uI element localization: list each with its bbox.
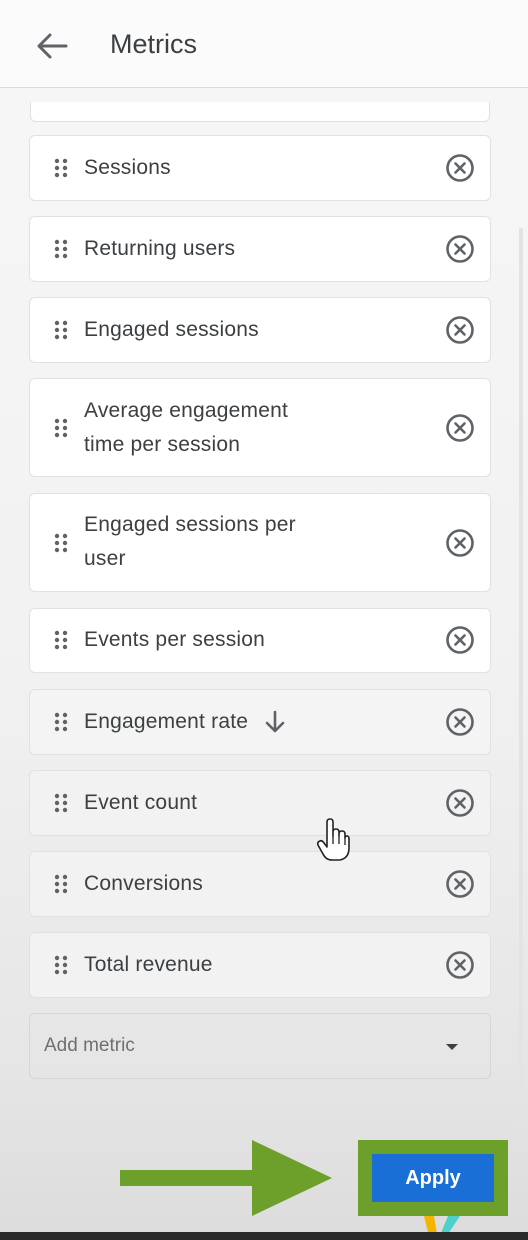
metric-label-line2: time per session <box>84 433 241 456</box>
metric-label-line1: Average engagement <box>84 399 289 422</box>
metric-label-line1: Engaged sessions per <box>84 513 296 536</box>
drag-handle-icon[interactable] <box>52 157 70 179</box>
metric-item-total-revenue[interactable]: Total revenue <box>29 932 491 998</box>
metric-label: Engaged sessions <box>84 318 259 341</box>
metric-label-wrap: Engagement rate <box>84 705 288 739</box>
drag-handle-icon[interactable] <box>52 238 70 260</box>
close-circle-icon[interactable] <box>444 233 476 265</box>
close-circle-icon[interactable] <box>444 152 476 184</box>
metric-label: Event count <box>84 791 198 814</box>
drag-handle-icon[interactable] <box>52 792 70 814</box>
metric-item-engaged-sessions[interactable]: Engaged sessions <box>29 297 491 363</box>
metric-item-events-per-session[interactable]: Events per session <box>29 608 491 673</box>
drag-handle-icon[interactable] <box>52 532 70 554</box>
metric-label: Engagement rate <box>84 710 249 733</box>
annotation-arrow-icon <box>120 1140 332 1216</box>
list-item-partial <box>30 102 490 122</box>
metric-label: Conversions <box>84 872 203 895</box>
metric-item-engagement-rate[interactable]: Engagement rate <box>29 689 491 755</box>
panel-header: Metrics <box>0 0 528 88</box>
close-circle-icon[interactable] <box>444 706 476 738</box>
metric-label: Returning users <box>84 237 236 260</box>
drag-handle-icon[interactable] <box>52 954 70 976</box>
close-circle-icon[interactable] <box>444 624 476 656</box>
metric-item-returning-users[interactable]: Returning users <box>29 216 491 282</box>
drag-handle-icon[interactable] <box>52 319 70 341</box>
arrow-down-icon[interactable] <box>262 709 288 735</box>
drag-handle-icon[interactable] <box>52 711 70 733</box>
bottom-bar <box>0 1232 528 1240</box>
hand-cursor-icon <box>316 818 350 861</box>
add-metric-placeholder: Add metric <box>44 1035 135 1056</box>
close-circle-icon[interactable] <box>444 527 476 559</box>
page-title: Metrics <box>110 29 197 59</box>
add-metric-dropdown[interactable]: Add metric <box>29 1013 491 1079</box>
close-circle-icon[interactable] <box>444 787 476 819</box>
drag-handle-icon[interactable] <box>52 417 70 439</box>
caret-down-icon <box>446 1044 458 1050</box>
metric-label: Events per session <box>84 628 266 651</box>
metric-item-event-count[interactable]: Event count <box>29 770 491 836</box>
close-circle-icon[interactable] <box>444 314 476 346</box>
metric-label: Sessions <box>84 156 171 179</box>
drag-handle-icon[interactable] <box>52 629 70 651</box>
metric-item-average-engagement-time[interactable]: Average engagement time per session <box>29 378 491 477</box>
apply-button[interactable]: Apply <box>372 1154 494 1202</box>
metric-item-conversions[interactable]: Conversions <box>29 851 491 917</box>
metric-label-line2: user <box>84 547 126 570</box>
close-circle-icon[interactable] <box>444 868 476 900</box>
close-circle-icon[interactable] <box>444 412 476 444</box>
scrollbar[interactable] <box>519 228 523 1128</box>
drag-handle-icon[interactable] <box>52 873 70 895</box>
close-circle-icon[interactable] <box>444 949 476 981</box>
metric-item-engaged-sessions-per-user[interactable]: Engaged sessions per user <box>29 493 491 592</box>
metric-label: Total revenue <box>84 953 213 976</box>
metric-item-sessions[interactable]: Sessions <box>29 135 491 201</box>
arrow-left-icon[interactable] <box>34 30 70 62</box>
